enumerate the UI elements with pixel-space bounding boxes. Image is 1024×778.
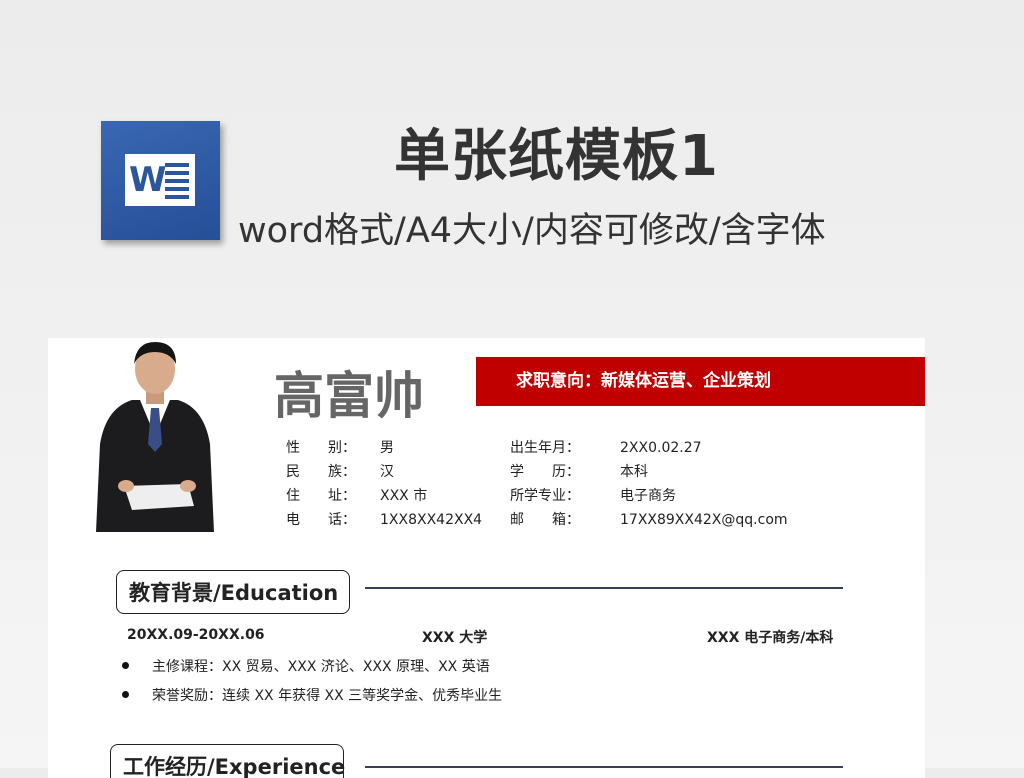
job-intention-banner: 求职意向：新媒体运营、企业策划 <box>476 357 925 406</box>
hero-title: 单张纸模板1 <box>394 124 719 189</box>
education-heading-box: 教育背景/Education <box>116 570 350 614</box>
document-sheet: W <box>125 154 195 206</box>
address-label: 住 址： <box>286 488 356 504</box>
education-school: XXX 大学 <box>422 630 488 646</box>
education-major: XXX 电子商务/本科 <box>707 630 834 646</box>
job-intention-text: 求职意向：新媒体运营、企业策划 <box>516 371 771 391</box>
education-divider <box>365 587 843 589</box>
email-value: 17XX89XX42X@qq.com <box>620 512 788 528</box>
major-value: 电子商务 <box>620 488 676 504</box>
degree-value: 本科 <box>620 464 648 480</box>
ethnicity-label: 民 族： <box>286 464 356 480</box>
bullet-dot <box>122 691 129 698</box>
ethnicity-value: 汉 <box>380 464 394 480</box>
gender-label: 性 别： <box>286 440 356 456</box>
experience-heading: 工作经历/Experience <box>123 755 346 778</box>
word-icon: W <box>101 121 220 240</box>
address-value: XXX 市 <box>380 488 428 504</box>
education-heading: 教育背景/Education <box>129 581 339 605</box>
text-lines-icon <box>165 163 189 203</box>
experience-heading-box: 工作经历/Experience <box>110 744 346 778</box>
bullet-dot <box>122 662 129 669</box>
candidate-name: 高富帅 <box>274 367 424 425</box>
phone-value: 1XX8XX42XX4 <box>380 512 483 528</box>
education-courses: 主修课程：XX 贸易、XXX 济论、XXX 原理、XX 英语 <box>152 659 490 675</box>
phone-label: 电 话： <box>286 512 356 528</box>
hero-subtitle: word格式/A4大小/内容可修改/含字体 <box>238 211 826 251</box>
birthdate-label: 出生年月： <box>510 440 580 456</box>
email-label: 邮 箱： <box>510 512 580 528</box>
gender-value: 男 <box>380 440 394 456</box>
profile-photo <box>96 342 214 532</box>
resume-page: 高富帅 求职意向：新媒体运营、企业策划 性 别： 男 民 族： 汉 住 址： X… <box>48 338 925 778</box>
education-period: 20XX.09-20XX.06 <box>127 627 265 643</box>
education-honors: 荣誉奖励：连续 XX 年获得 XX 三等奖学金、优秀毕业生 <box>152 688 503 704</box>
degree-label: 学 历： <box>510 464 580 480</box>
word-letter: W <box>129 160 167 200</box>
major-label: 所学专业： <box>510 488 580 504</box>
birthdate-value: 2XX0.02.27 <box>620 440 702 456</box>
